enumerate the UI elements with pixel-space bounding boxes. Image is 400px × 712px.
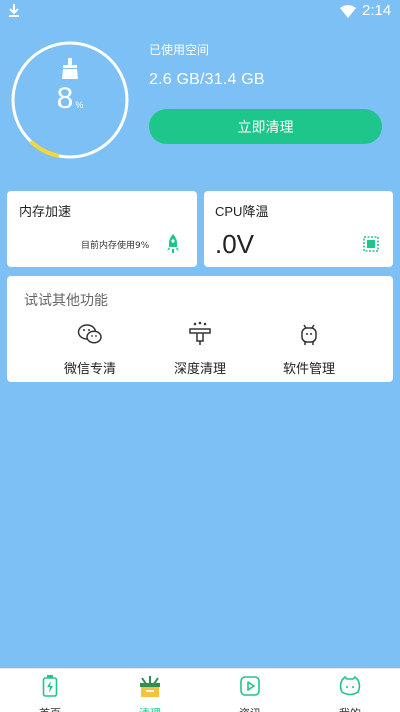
memory-usage-text: 目前内存使用9% — [81, 241, 150, 251]
memory-boost-card[interactable]: 内存加速 目前内存使用9% — [7, 191, 197, 267]
features-title: 试试其他功能 — [24, 293, 108, 309]
feature-wechat-clean[interactable]: 微信专清 — [40, 320, 140, 377]
feature-label: 深度清理 — [173, 362, 226, 377]
cpu-value: .0V — [215, 229, 255, 259]
nav-label: 首页 — [20, 705, 80, 712]
bottom-navigation: 首页 清理 资讯 我的 — [0, 668, 400, 712]
face-icon — [339, 676, 361, 696]
clean-now-button[interactable]: 立即清理 — [149, 109, 382, 144]
broom-box-icon — [140, 676, 160, 697]
broom-icon — [62, 58, 78, 79]
gauge-unit: % — [75, 100, 84, 110]
play-icon — [240, 676, 260, 696]
status-bar: 2:14 — [0, 0, 400, 24]
feature-deep-clean[interactable]: 深度清理 — [150, 320, 250, 377]
nav-label: 我的 — [320, 705, 380, 712]
nav-label: 清理 — [120, 705, 180, 712]
storage-value: 2.6 GB/31.4 GB — [149, 71, 265, 88]
chip-icon — [363, 236, 379, 252]
gauge-number: 8 — [56, 82, 74, 115]
wifi-icon — [340, 5, 356, 18]
feature-label: 软件管理 — [282, 362, 335, 377]
nav-mine[interactable]: 我的 — [320, 673, 380, 712]
memory-card-title: 内存加速 — [19, 205, 72, 220]
rocket-icon — [167, 234, 179, 253]
app-manage-icon — [301, 324, 317, 345]
storage-label: 已使用空间 — [149, 43, 210, 57]
nav-news[interactable]: 资讯 — [220, 673, 280, 712]
deep-clean-icon — [189, 321, 211, 345]
cpu-card-title: CPU降温 — [215, 204, 269, 219]
nav-clean[interactable]: 清理 — [120, 673, 180, 712]
gauge-value: 8% — [10, 82, 130, 116]
feature-label: 微信专清 — [63, 362, 116, 377]
feature-app-manage[interactable]: 软件管理 — [259, 320, 359, 377]
battery-icon — [42, 675, 58, 697]
other-features-panel: 试试其他功能 微信专清 深度清理 软件管理 — [7, 276, 393, 382]
nav-label: 资讯 — [220, 705, 280, 712]
cpu-cool-card[interactable]: CPU降温 .0V — [204, 191, 393, 267]
wechat-icon — [77, 324, 102, 344]
nav-home[interactable]: 首页 — [20, 673, 80, 712]
download-icon — [9, 4, 19, 17]
clock: 2:14 — [362, 2, 392, 19]
